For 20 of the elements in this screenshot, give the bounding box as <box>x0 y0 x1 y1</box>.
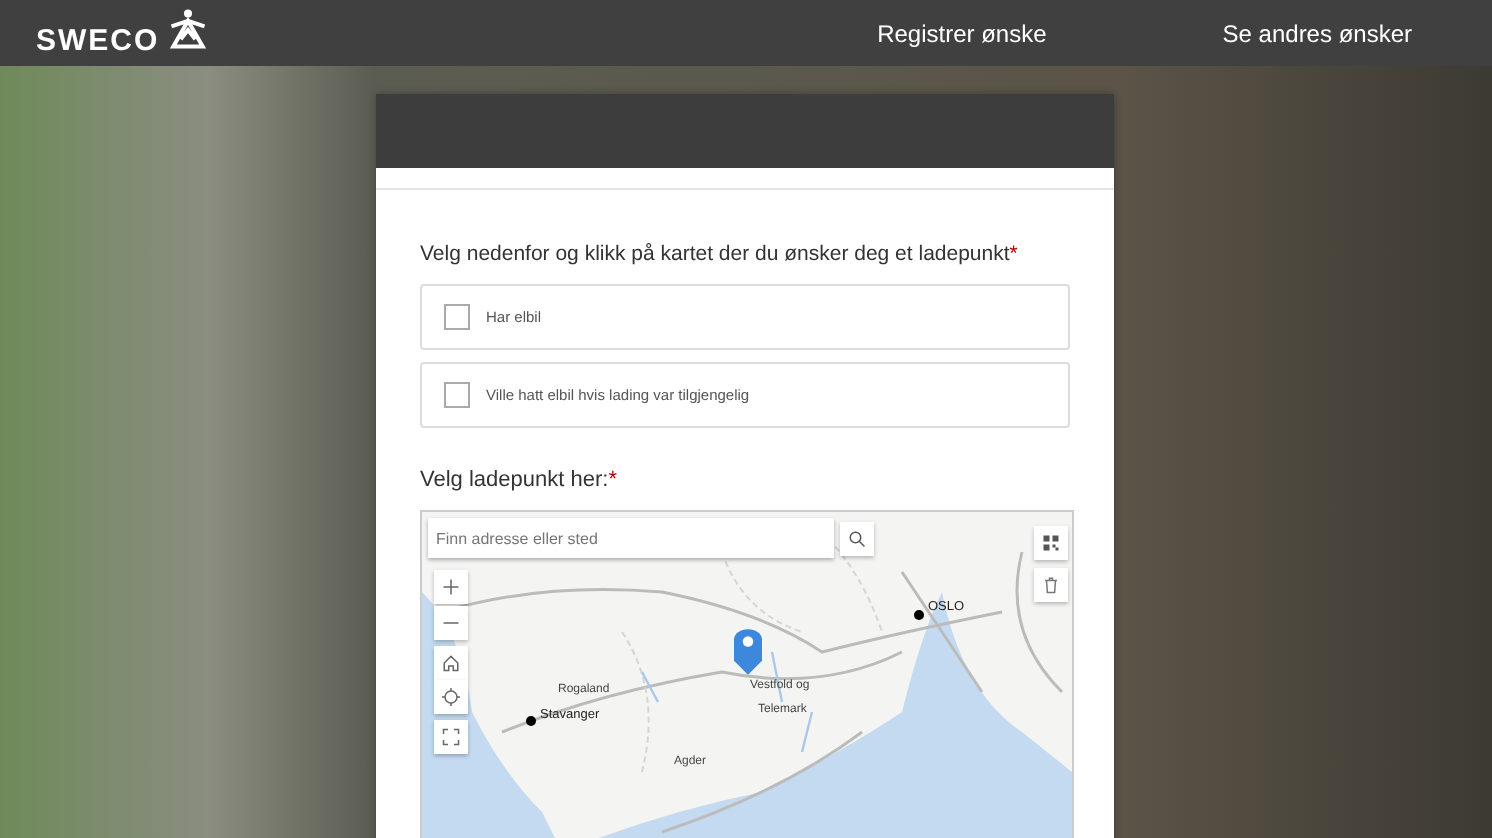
checkbox[interactable] <box>444 382 470 408</box>
nav-link[interactable]: Se andres ønsker <box>1222 19 1412 47</box>
logo-icon <box>165 8 210 52</box>
logo-text[interactable]: SWECO <box>36 24 160 58</box>
fullscreen-icon[interactable] <box>434 720 468 754</box>
home-icon[interactable] <box>434 646 468 680</box>
zoom-out-icon[interactable] <box>434 606 468 640</box>
address-search-field[interactable]: Finn adresse eller sted <box>428 518 834 558</box>
city-dot-icon <box>526 716 536 726</box>
grid-icon[interactable] <box>1034 526 1068 560</box>
question-label: Velg nedenfor og klikk på kartet der du ønsker deg et ladepunkt* <box>420 242 1020 266</box>
locate-icon[interactable] <box>434 680 468 714</box>
checkbox[interactable] <box>444 304 470 330</box>
city-dot-icon <box>914 610 924 620</box>
nav-link[interactable]: Registrer ønske <box>877 19 1047 47</box>
search-icon[interactable] <box>840 522 874 556</box>
map-pin-icon <box>734 628 762 676</box>
map-label: Velg ladepunkt her:* <box>420 468 619 492</box>
zoom-in-icon[interactable] <box>434 570 468 604</box>
trash-icon[interactable] <box>1034 568 1068 602</box>
